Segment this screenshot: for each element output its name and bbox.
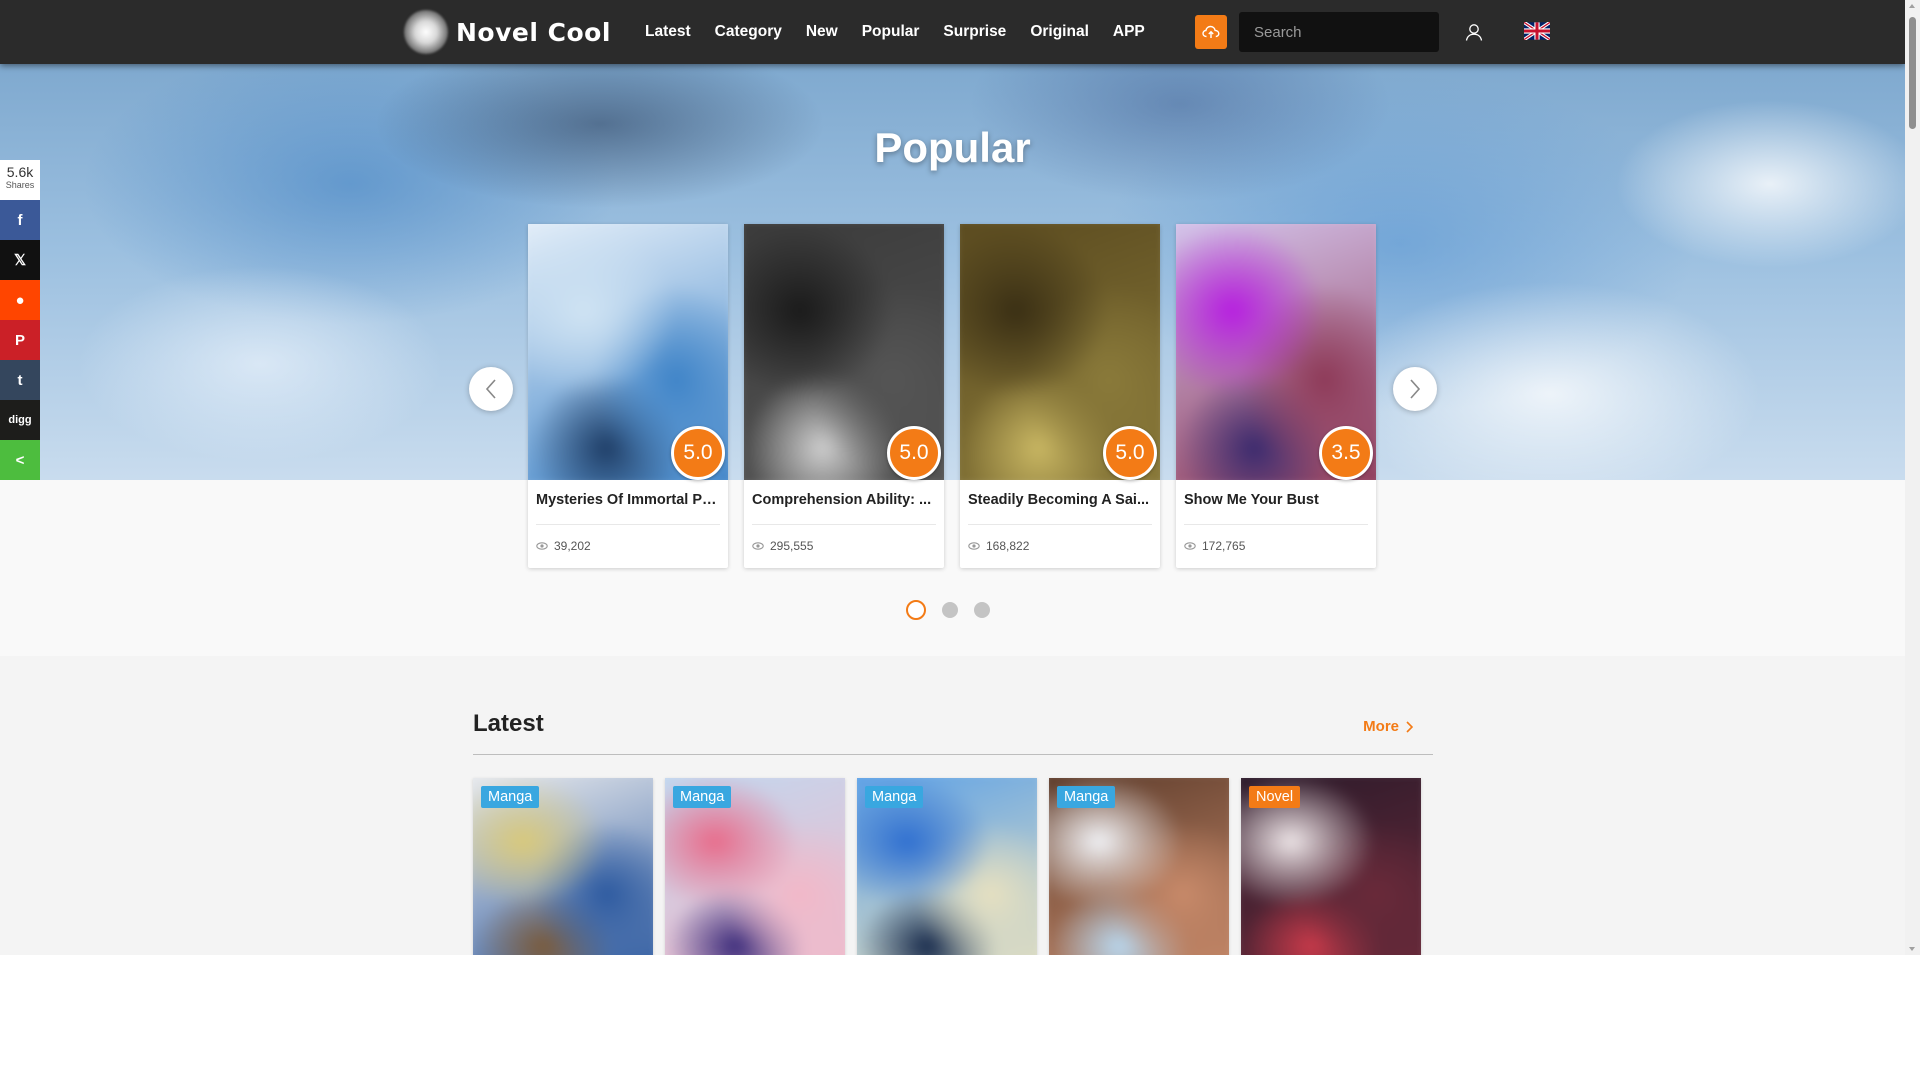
carousel-next-button[interactable] [1393,367,1437,411]
digg-icon: digg [8,414,32,426]
x-icon: 𝕏 [13,252,27,269]
language-switch-button[interactable] [1523,20,1551,42]
rating-badge: 3.5 [1319,426,1373,480]
type-tag: Manga [481,786,540,808]
eye-icon [536,542,548,550]
nav-item-category[interactable]: Category [715,23,782,41]
view-count: 172,765 [1184,539,1245,553]
carousel-pagination [906,600,990,620]
card-divider [968,524,1152,525]
popular-section-title: Popular [874,124,1031,171]
carousel-dot[interactable] [974,602,990,618]
card-divider [536,524,720,525]
card-divider [1184,524,1368,525]
share-count-value: 5.6k [6,164,34,180]
upload-button[interactable] [1195,15,1227,49]
user-icon [1465,24,1483,41]
facebook-icon: f [17,211,23,229]
chevron-right-icon [1410,379,1421,399]
rating-badge: 5.0 [1103,426,1157,480]
scroll-down-arrow-icon[interactable] [1909,947,1915,951]
chevron-right-icon [1406,720,1413,733]
latest-card-2[interactable]: Manga [665,778,845,955]
share-reddit-button[interactable]: ● [0,280,40,320]
share-pinterest-button[interactable]: P [0,320,40,360]
latest-card-4[interactable]: Manga [1049,778,1229,955]
share-count-label: Shares [5,180,35,190]
share-buttons: f 𝕏 ● Pt digg < [0,200,40,480]
more-link-label: More [1363,718,1399,735]
page-viewport: Novel Cool Latest Category New Popular S… [0,0,1905,955]
rating-badge: 5.0 [887,426,941,480]
rating-badge: 5.0 [671,426,725,480]
share-count: 5.6k Shares [0,160,40,200]
nav-item-app[interactable]: APP [1113,23,1145,41]
logo-text: Novel Cool [456,17,611,47]
nav-item-latest[interactable]: Latest [645,23,691,41]
latest-section-title: Latest [473,710,544,737]
view-count-value: 172,765 [1202,539,1246,553]
book-title[interactable]: Comprehension Ability: ... [752,492,936,508]
logo-mark-icon [404,10,448,54]
latest-section-header: Latest More [473,706,1433,755]
eye-icon [1184,542,1196,550]
carousel-dot[interactable] [942,602,958,618]
latest-list: Manga Manga Manga Manga Novel [473,778,1433,955]
scroll-up-arrow-icon[interactable] [1909,4,1915,8]
eye-icon [752,542,764,550]
nav-item-original[interactable]: Original [1030,23,1089,41]
latest-card-5[interactable]: Novel [1241,778,1421,955]
type-tag: Novel [1249,786,1301,808]
view-count: 39,202 [536,539,591,553]
view-count: 168,822 [968,539,1029,553]
chevron-left-icon [485,379,496,399]
reddit-icon: ● [15,291,25,309]
latest-card-3[interactable]: Manga [857,778,1037,955]
uk-flag-icon [1523,20,1551,42]
popular-card-2[interactable]: 5.0 Comprehension Ability: ... 295,555 [744,224,944,568]
share-x-button[interactable]: 𝕏 [0,240,40,280]
tumblr-icon: t [17,371,23,389]
popular-card-4[interactable]: 3.5 Show Me Your Bust 172,765 [1176,224,1376,568]
card-divider [752,524,936,525]
nav-item-new[interactable]: New [806,23,838,41]
user-account-button[interactable] [1462,20,1486,44]
site-logo[interactable]: Novel Cool [404,8,611,56]
share-icon: < [15,451,25,469]
scrollbar-thumb[interactable] [1909,17,1916,129]
latest-card-1[interactable]: Manga [473,778,653,955]
latest-more-link[interactable]: More [1363,718,1413,735]
view-count-value: 168,822 [986,539,1030,553]
carousel-prev-button[interactable] [469,367,513,411]
share-tumblr-button[interactable]: t [0,360,40,400]
main-nav: Latest Category New Popular Surprise Ori… [645,0,1169,64]
search-input[interactable] [1239,12,1439,52]
type-tag: Manga [673,786,732,808]
share-share-button[interactable]: < [0,440,40,480]
book-title[interactable]: Steadily Becoming A Sai... [968,492,1152,508]
cloud-upload-icon [1202,25,1220,38]
carousel-dot[interactable] [906,600,926,620]
popular-card-1[interactable]: 5.0 Mysteries Of Immortal Pu... 39,202 [528,224,728,568]
nav-item-popular[interactable]: Popular [862,23,920,41]
type-tag: Manga [1057,786,1116,808]
book-title[interactable]: Mysteries Of Immortal Pu... [536,492,720,508]
nav-item-surprise[interactable]: Surprise [943,23,1006,41]
pinterest-icon: P [14,331,25,349]
popular-card-3[interactable]: 5.0 Steadily Becoming A Sai... 168,822 [960,224,1160,568]
view-count-value: 295,555 [770,539,814,553]
eye-icon [968,542,980,550]
share-digg-button[interactable]: digg [0,400,40,440]
type-tag: Manga [865,786,924,808]
social-share-bar: 5.6k Shares f 𝕏 ● Pt digg < [0,160,40,480]
view-count-value: 39,202 [554,539,591,553]
page-scrollbar[interactable] [1905,0,1920,955]
book-title[interactable]: Show Me Your Bust [1184,492,1368,508]
view-count: 295,555 [752,539,813,553]
share-facebook-button[interactable]: f [0,200,40,240]
top-navigation-bar: Novel Cool Latest Category New Popular S… [0,0,1905,64]
popular-carousel: 5.0 Mysteries Of Immortal Pu... 39,202 5… [528,224,1376,568]
